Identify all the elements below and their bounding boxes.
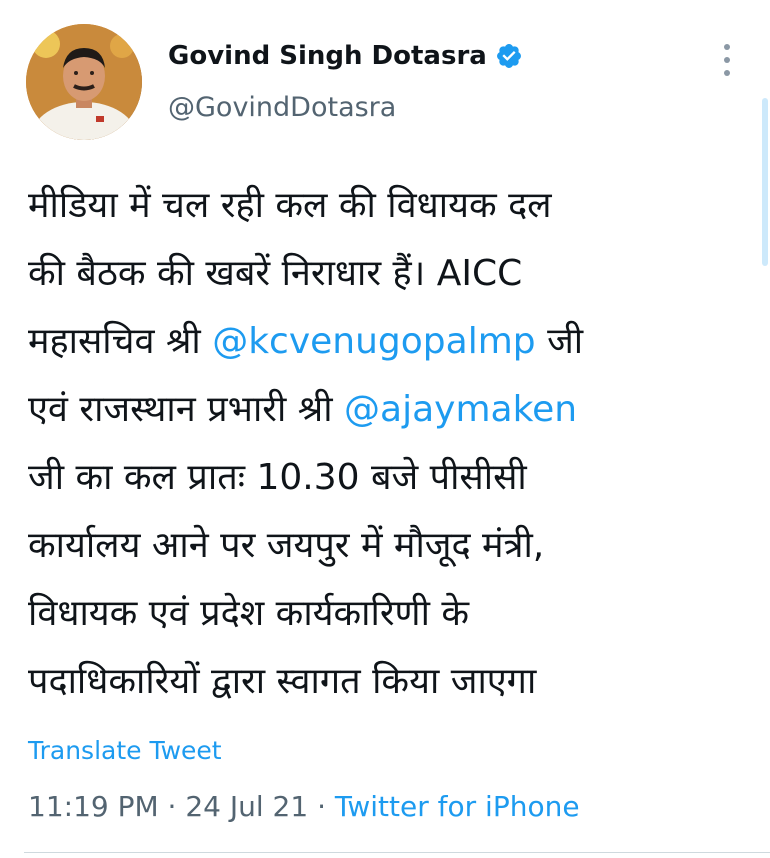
- tweet-text: मीडिया में चल रही कल की विधायक दल की बैठक…: [28, 172, 748, 716]
- tweet-source[interactable]: Twitter for iPhone: [335, 790, 580, 823]
- tweet-text-segment: महासचिव श्री: [28, 321, 213, 362]
- meta-separator: ·: [308, 790, 335, 823]
- tweet-text-line: जी का कल प्रातः 10.30 बजे पीसीसी: [28, 444, 748, 512]
- tweet-text-segment: विधायक एवं प्रदेश कार्यकारिणी के: [28, 593, 469, 634]
- mention-link[interactable]: @kcvenugopalmp: [212, 321, 535, 362]
- tweet-time[interactable]: 11:19 PM: [28, 790, 159, 823]
- tweet-text-segment: जी का कल प्रातः 10.30 बजे पीसीसी: [28, 457, 527, 498]
- tweet-detail: Govind Singh Dotasra @GovindDotasra मीडि…: [0, 0, 770, 858]
- more-vertical-icon-dot: [724, 70, 730, 76]
- tweet-text-segment: जी: [535, 321, 584, 362]
- tweet-text-segment: पदाधिकारियों द्वारा स्वागत किया जाएगा: [28, 661, 537, 702]
- more-vertical-icon: [724, 44, 730, 50]
- author-handle[interactable]: @GovindDotasra: [168, 92, 688, 123]
- tweet-text-line: एवं राजस्थान प्रभारी श्री @ajaymaken: [28, 376, 748, 444]
- avatar[interactable]: [26, 24, 142, 140]
- tweet-text-segment: की बैठक की खबरें निराधार हैं। AICC: [28, 253, 523, 294]
- more-vertical-icon-dot: [724, 57, 730, 63]
- avatar-photo: [26, 24, 142, 140]
- tweet-text-line: मीडिया में चल रही कल की विधायक दल: [28, 172, 748, 240]
- more-options-button[interactable]: [712, 40, 742, 80]
- meta-separator: ·: [158, 790, 186, 823]
- tweet-date[interactable]: 24 Jul 21: [185, 790, 308, 823]
- author-display-name[interactable]: Govind Singh Dotasra: [168, 41, 487, 71]
- tweet-text-segment: एवं राजस्थान प्रभारी श्री: [28, 389, 345, 430]
- tweet-text-line: की बैठक की खबरें निराधार हैं। AICC: [28, 240, 748, 308]
- divider: [24, 852, 770, 853]
- verified-badge-icon: [496, 44, 521, 68]
- tweet-header: Govind Singh Dotasra @GovindDotasra: [168, 36, 688, 123]
- tweet-text-line: पदाधिकारियों द्वारा स्वागत किया जाएगा: [28, 648, 748, 716]
- tweet-text-segment: मीडिया में चल रही कल की विधायक दल: [28, 185, 552, 226]
- tweet-text-line: कार्यालय आने पर जयपुर में मौजूद मंत्री,: [28, 512, 748, 580]
- tweet-text-line: महासचिव श्री @kcvenugopalmp जी: [28, 308, 748, 376]
- tweet-text-segment: कार्यालय आने पर जयपुर में मौजूद मंत्री,: [28, 525, 545, 566]
- mention-link[interactable]: @ajaymaken: [344, 389, 577, 430]
- scrollbar[interactable]: [762, 98, 768, 266]
- tweet-text-line: विधायक एवं प्रदेश कार्यकारिणी के: [28, 580, 748, 648]
- translate-tweet-link[interactable]: Translate Tweet: [28, 736, 222, 765]
- tweet-metadata: 11:19 PM · 24 Jul 21 · Twitter for iPhon…: [28, 790, 580, 823]
- author-name-row: Govind Singh Dotasra: [168, 36, 688, 76]
